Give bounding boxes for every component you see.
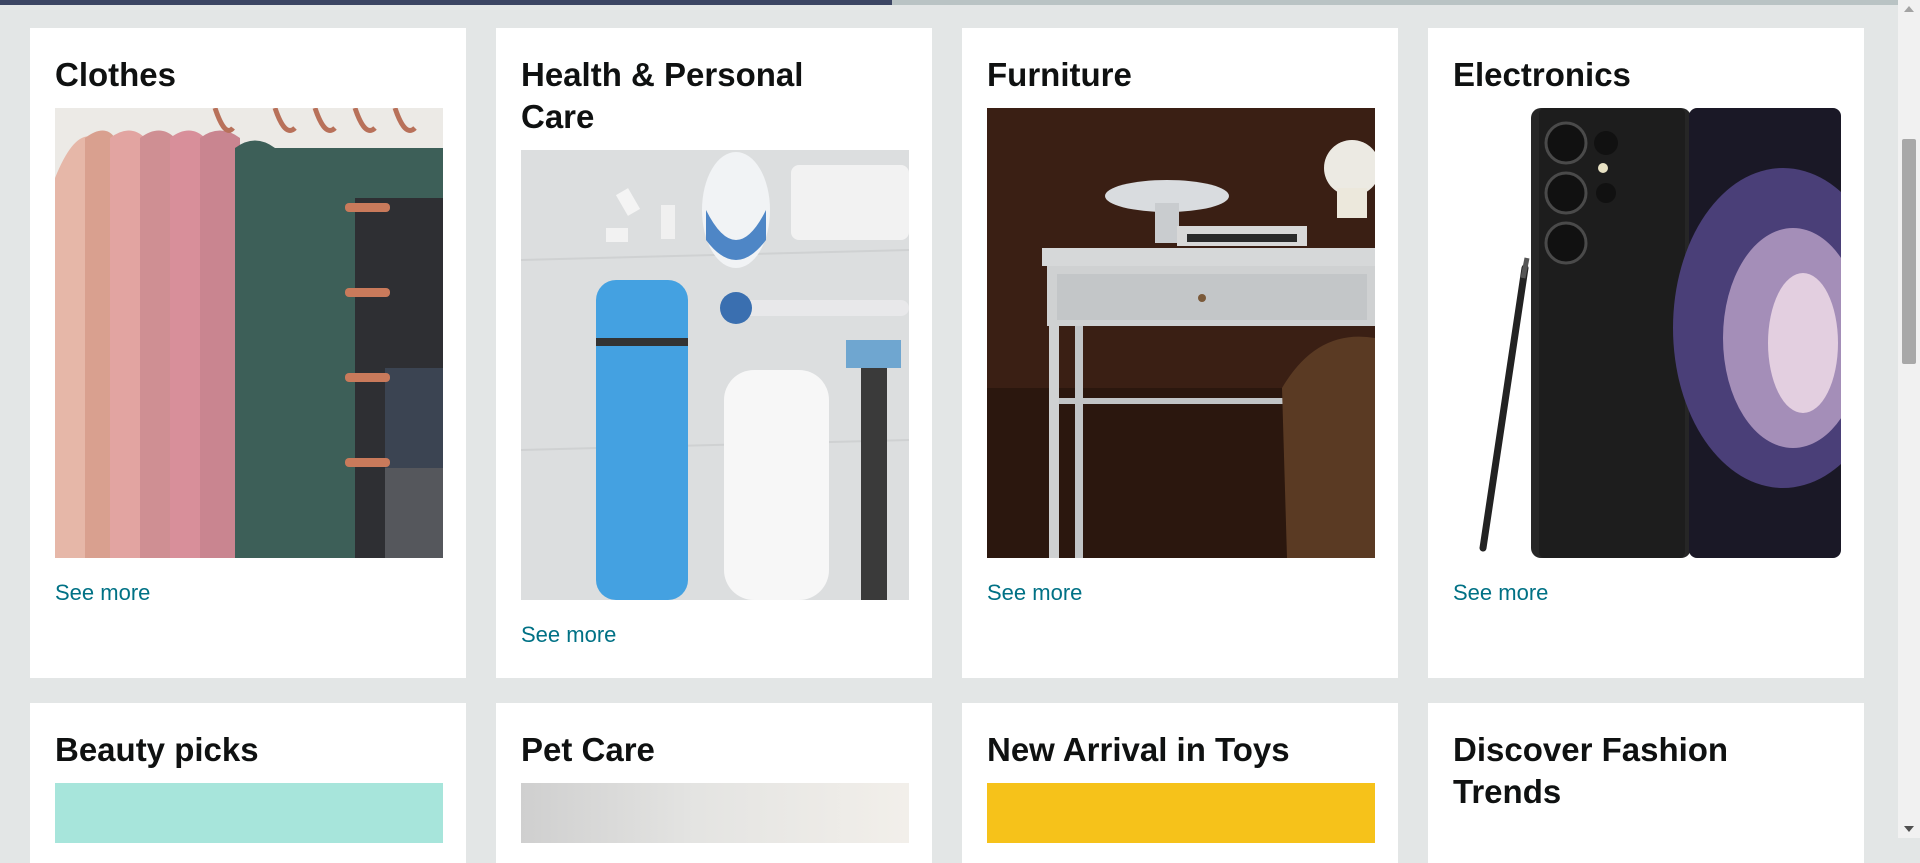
- card-title[interactable]: Furniture: [987, 54, 1374, 96]
- furniture-image[interactable]: [987, 108, 1375, 558]
- card-title[interactable]: Pet Care: [521, 729, 908, 771]
- health-image[interactable]: [521, 150, 909, 600]
- see-more-link[interactable]: See more: [521, 622, 908, 648]
- category-card-beauty: Beauty picks: [30, 703, 466, 863]
- toys-image[interactable]: [987, 783, 1375, 843]
- card-title[interactable]: New Arrival in Toys: [987, 729, 1374, 771]
- vertical-scrollbar[interactable]: [1898, 0, 1920, 838]
- see-more-link[interactable]: See more: [987, 580, 1374, 606]
- card-title[interactable]: Electronics: [1453, 54, 1840, 96]
- pet-care-image[interactable]: [521, 783, 909, 843]
- category-card-furniture: Furniture See more: [962, 28, 1398, 678]
- beauty-image[interactable]: [55, 783, 443, 843]
- card-title[interactable]: Beauty picks: [55, 729, 442, 771]
- category-card-toys: New Arrival in Toys: [962, 703, 1398, 863]
- category-card-fashion: Discover Fashion Trends: [1428, 703, 1864, 863]
- card-title[interactable]: Discover Fashion Trends: [1453, 729, 1833, 813]
- category-card-electronics: Electronics See more: [1428, 28, 1864, 678]
- clothes-image[interactable]: [55, 108, 443, 558]
- electronics-image[interactable]: [1453, 108, 1841, 558]
- see-more-link[interactable]: See more: [1453, 580, 1840, 606]
- scroll-up-arrow-icon[interactable]: [1904, 6, 1914, 12]
- see-more-link[interactable]: See more: [55, 580, 442, 606]
- card-title[interactable]: Health & Personal Care: [521, 54, 881, 138]
- scrollbar-thumb[interactable]: [1902, 139, 1916, 364]
- progress-fill: [0, 0, 893, 5]
- category-card-pet-care: Pet Care: [496, 703, 932, 863]
- page-load-progress: [0, 0, 1898, 5]
- scroll-down-arrow-icon[interactable]: [1904, 826, 1914, 832]
- card-title[interactable]: Clothes: [55, 54, 442, 96]
- category-card-clothes: Clothes See more: [30, 28, 466, 678]
- category-card-health: Health & Personal Care See more: [496, 28, 932, 678]
